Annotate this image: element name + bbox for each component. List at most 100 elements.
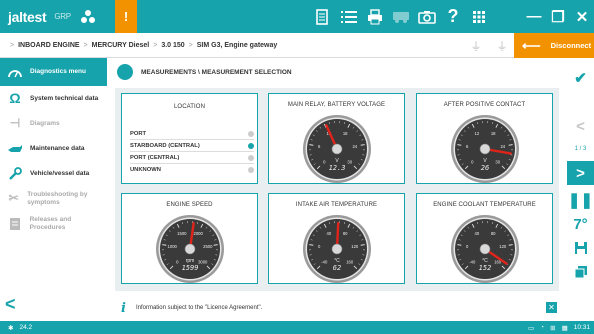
gauge-card-intake-air-temp[interactable]: INTAKE AIR TEMPERATURE -40 0 40 80 120 160 °C 6… <box>268 193 405 284</box>
breadcrumb-item[interactable]: MERCURY Diesel <box>92 42 150 49</box>
gauge-tick-label: 120 <box>499 244 507 249</box>
warning-icon[interactable]: ! <box>115 0 137 33</box>
network-icon[interactable] <box>79 8 97 26</box>
breadcrumb-item[interactable]: 3.0 150 <box>161 42 184 49</box>
gauge-tick-label: -40 <box>321 260 328 265</box>
gauge-dial: 0612 182430V26 <box>451 115 519 183</box>
wrench-icon <box>6 166 24 182</box>
location-card: LOCATION PORT STARBOARD (CENTRAL) PORT (… <box>121 93 258 184</box>
sidebar-item-diagnostics[interactable]: Diagnostics menu <box>0 58 107 86</box>
diagram-icon: ⊣ <box>9 115 21 130</box>
prev-page-icon[interactable]: < <box>567 114 594 138</box>
location-option[interactable]: PORT (CENTRAL) <box>130 153 254 162</box>
info-icon: i <box>121 300 126 316</box>
gauge-value: 12.3 <box>329 164 346 172</box>
layers-icon[interactable] <box>567 260 594 284</box>
list-icon[interactable] <box>336 0 362 33</box>
radio-selected-icon <box>248 142 254 149</box>
gauge-tick-label: 40 <box>474 231 479 236</box>
clock-time: 10:31 <box>573 324 590 331</box>
sidebar-item-troubleshooting[interactable]: ✂ Troubleshooting by symptoms <box>0 186 107 211</box>
gauge-dial: -40040 80120160°C62 <box>303 215 371 283</box>
logo-sub: GRP <box>54 12 71 21</box>
close-info-button[interactable]: ✕ <box>546 302 557 313</box>
accept-check-icon[interactable]: ✔ <box>567 66 594 90</box>
ohm-icon: Ω <box>9 89 21 106</box>
help-icon[interactable]: ? <box>440 0 466 33</box>
grid-icon[interactable] <box>466 0 492 33</box>
page-title: MEASUREMENTS \ MEASUREMENT SELECTION <box>107 58 567 86</box>
gauge-dial: -40040 80120160°C152 <box>451 215 519 283</box>
sidebar-item-diagrams[interactable]: ⊣ Diagrams <box>0 111 107 136</box>
screen-icon: ▭ <box>528 324 535 332</box>
breadcrumb-item[interactable]: INBOARD ENGINE <box>18 42 79 49</box>
gauge-tick-label: 30 <box>495 160 500 165</box>
disconnect-button[interactable]: ⟵ Disconnect <box>514 33 594 58</box>
sidebar-item-vehicle[interactable]: Vehicle/vessel data <box>0 161 107 186</box>
minimize-button[interactable]: — <box>522 0 546 33</box>
pause-icon[interactable]: ❚❚ <box>567 188 594 212</box>
bus-icon[interactable] <box>388 0 414 33</box>
sidebar-item-releases[interactable]: Releases and Procedures <box>0 211 107 236</box>
measurement-panel: LOCATION PORT STARBOARD (CENTRAL) PORT (… <box>115 88 559 291</box>
page-indicator: 1 / 3 <box>574 146 587 152</box>
gauge-tick-label: 80 <box>491 231 496 236</box>
print-icon[interactable] <box>362 0 388 33</box>
gauge-card-battery-voltage[interactable]: MAIN RELAY, BATTERY VOLTAGE 0612182430V1… <box>268 93 405 184</box>
gauge-card-coolant-temp[interactable]: ENGINE COOLANT TEMPERATURE -40 0 40 80 120 16… <box>416 193 553 284</box>
next-page-icon[interactable]: > <box>567 161 594 185</box>
doc-icon <box>6 216 24 232</box>
gauge-value: 152 <box>479 264 492 272</box>
status-bar: ✱ 24.2 ▭ ◔ ⊞ ▦ 10:31 <box>0 321 594 334</box>
radio-icon <box>248 130 254 137</box>
sidebar-item-technical-data[interactable]: Ω System technical data <box>0 86 107 111</box>
location-option[interactable]: STARBOARD (CENTRAL) <box>130 141 254 150</box>
location-option[interactable]: UNKNOWN <box>130 165 254 174</box>
radio-icon <box>248 154 254 161</box>
location-option[interactable]: PORT <box>130 129 254 138</box>
gauge-tick-label: 2000 <box>194 231 204 236</box>
gauge-tick-label: 1500 <box>177 231 187 236</box>
logo-text: jaltest <box>8 8 47 25</box>
document-icon[interactable] <box>310 0 336 33</box>
gauge-dial: 010001500 200025003000rpm1599 <box>156 215 224 283</box>
info-bar: i Information subject to the "Licence Ag… <box>115 299 559 317</box>
arrow-left-icon: ⟵ <box>522 37 541 53</box>
bluetooth-icon: ✱ <box>8 324 14 332</box>
gauge-card-positive-contact[interactable]: AFTER POSITIVE CONTACT 0 6 12 18 24 30 V 26 <box>416 93 553 184</box>
gauge-tick-label: 160 <box>346 260 354 265</box>
gauge-icon <box>6 64 24 80</box>
test-plug-icon: ⏚ <box>470 41 482 53</box>
gauge-tick-label: 40 <box>326 231 331 236</box>
calendar-icon: ▦ <box>561 324 568 332</box>
wifi-icon: ◔ <box>540 324 545 331</box>
gauge-tick-label: 30 <box>347 160 352 165</box>
gauge-tick-label: 24 <box>500 144 505 149</box>
oil-can-icon <box>6 141 24 157</box>
back-arrow-icon[interactable]: < <box>5 294 16 315</box>
radio-icon <box>248 166 254 173</box>
restore-button[interactable]: ❐ <box>546 0 570 33</box>
gauge-value: 1599 <box>182 264 199 272</box>
gauge-tick-label: 18 <box>343 131 348 136</box>
camera-icon[interactable] <box>414 0 440 33</box>
close-button[interactable]: ✕ <box>570 0 594 33</box>
gauge-tick-label: 2500 <box>203 244 213 249</box>
breadcrumb-item[interactable]: SIM G3, Engine gateway <box>197 42 278 49</box>
sidebar-item-maintenance[interactable]: Maintenance data <box>0 136 107 161</box>
main-content: MEASUREMENTS \ MEASUREMENT SELECTION LOC… <box>107 58 567 321</box>
sidebar: Diagnostics menu Ω System technical data… <box>0 58 107 321</box>
version-label: 24.2 <box>19 324 33 331</box>
temperature-icon[interactable]: 7° <box>567 212 594 236</box>
gauge-value: 26 <box>481 164 489 172</box>
tools-icon: ✂ <box>8 190 19 205</box>
gauge-tick-label: 12 <box>474 131 479 136</box>
gauge-tick-label: 120 <box>351 244 359 249</box>
gauge-icon <box>117 64 133 80</box>
location-title: LOCATION <box>173 104 206 110</box>
save-icon[interactable] <box>567 236 594 260</box>
gauge-value: 62 <box>333 264 341 272</box>
connector-icon: ⏚ <box>496 41 508 53</box>
gauge-card-engine-speed[interactable]: ENGINE SPEED 0 1000 1500 2000 2500 3000 rpm 159… <box>121 193 258 284</box>
gauge-tick-label: 18 <box>491 131 496 136</box>
